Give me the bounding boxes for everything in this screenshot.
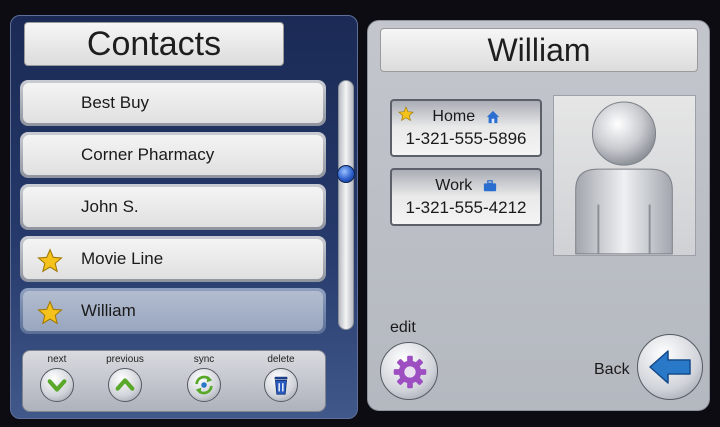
favorite-star-icon [398, 106, 414, 122]
contacts-title-text: Contacts [86, 24, 222, 63]
contact-label: William [81, 301, 136, 320]
delete-label: delete [267, 354, 295, 365]
phone-type-label: Home [432, 108, 476, 125]
next-button[interactable] [40, 368, 74, 402]
contact-item-john-s[interactable]: John S. [20, 184, 326, 230]
chevron-up-icon [115, 378, 135, 391]
favorite-star-icon [37, 300, 63, 325]
contact-label: Movie Line [81, 249, 164, 268]
sync-icon [195, 375, 213, 395]
contacts-title: Contacts [24, 22, 284, 66]
edit-button[interactable] [380, 342, 438, 400]
list-scrollbar[interactable] [338, 80, 354, 330]
previous-button[interactable] [108, 368, 142, 402]
delete-button[interactable] [264, 368, 298, 402]
contact-item-corner-pharmacy[interactable]: Corner Pharmacy [20, 132, 326, 178]
trash-icon [274, 376, 288, 395]
back-label: Back [594, 361, 630, 378]
contacts-toolbar: next previous sync delete [22, 350, 326, 412]
sync-button[interactable] [187, 368, 221, 402]
phone-type-label: Work [435, 177, 473, 194]
briefcase-icon [483, 179, 496, 192]
contact-item-best-buy[interactable]: Best Buy [20, 80, 326, 126]
phone-number: 1-321-555-5896 [405, 129, 527, 148]
scrollbar-thumb[interactable] [337, 165, 355, 183]
contact-item-william[interactable]: William [20, 288, 326, 334]
previous-label: previous [106, 354, 144, 365]
arrow-left-icon [649, 350, 691, 384]
contact-label: John S. [81, 197, 139, 216]
sync-label: sync [193, 354, 215, 365]
previous-tool: previous [95, 351, 155, 402]
edit-label: edit [390, 319, 416, 336]
sync-tool: sync [174, 351, 234, 402]
back-button[interactable] [637, 334, 703, 400]
gear-icon [393, 355, 427, 389]
contact-label: Best Buy [81, 93, 150, 112]
contact-item-movie-line[interactable]: Movie Line [20, 236, 326, 282]
contact-label: Corner Pharmacy [81, 145, 215, 164]
house-icon [486, 110, 499, 123]
delete-tool: delete [251, 351, 311, 402]
home-phone-button[interactable]: Home 1-321-555-5896 [390, 99, 542, 157]
contact-name-header: William [380, 28, 698, 72]
chevron-down-icon [47, 379, 67, 392]
work-phone-button[interactable]: Work 1-321-555-4212 [390, 168, 542, 226]
favorite-star-icon [37, 248, 63, 273]
contacts-list: Best Buy Corner Pharmacy John S. Movie L… [20, 80, 326, 340]
contact-photo [553, 95, 696, 256]
phone-number: 1-321-555-4212 [405, 198, 527, 217]
contact-name-text: William [487, 31, 591, 68]
person-silhouette-icon [575, 101, 673, 255]
next-tool: next [27, 351, 87, 402]
next-label: next [47, 354, 67, 365]
